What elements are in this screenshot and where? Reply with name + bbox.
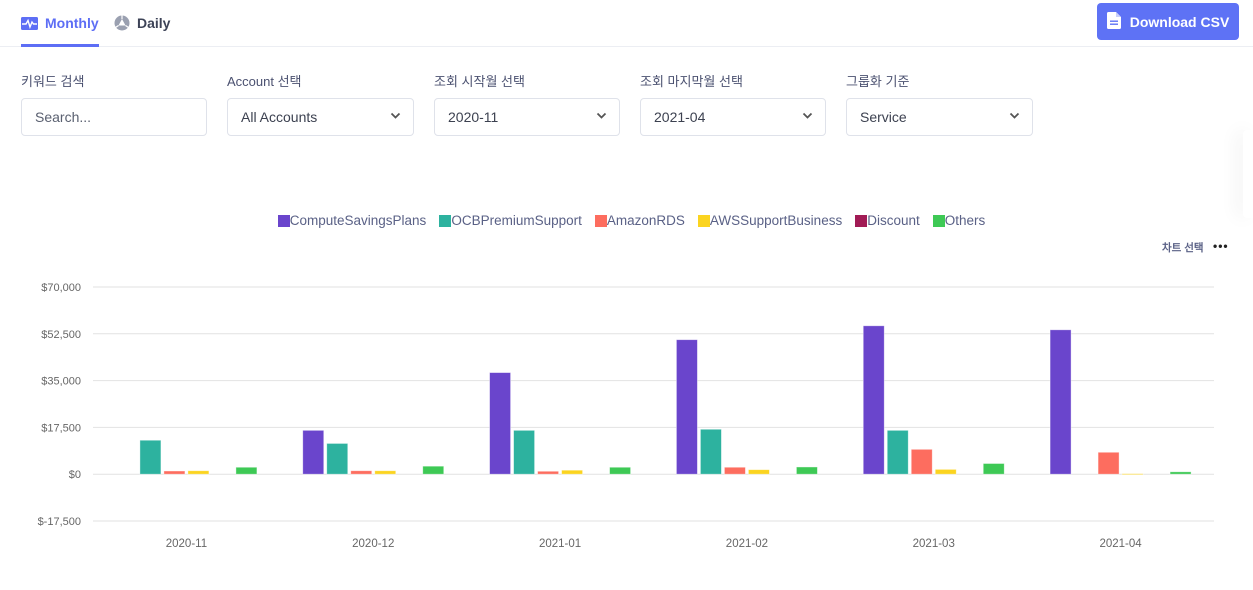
end-month-filter: 조회 마지막월 선택 2021-04 — [640, 72, 826, 136]
legend-swatch — [594, 214, 607, 227]
bar-ocbpremiumsupport[interactable] — [139, 439, 162, 475]
top-bar: Monthly Daily Download CSV — [0, 0, 1253, 47]
download-csv-label: Download CSV — [1129, 13, 1230, 30]
account-select[interactable]: All Accounts — [227, 98, 414, 136]
search-input[interactable] — [35, 109, 193, 125]
bar-ocbpremiumsupport[interactable] — [700, 428, 722, 475]
y-tick-label: $52,500 — [41, 329, 81, 341]
legend-item[interactable]: Others — [932, 213, 986, 228]
x-tick-label: 2021-04 — [1099, 538, 1142, 550]
download-csv-button[interactable]: Download CSV — [1097, 3, 1239, 40]
bar-awssupportbusiness[interactable] — [187, 470, 210, 475]
legend-item[interactable]: AWSSupportBusiness — [697, 213, 843, 228]
chart-select-label[interactable]: 차트 선택 — [1162, 240, 1204, 255]
bar-amazonrds[interactable] — [350, 470, 373, 475]
bar-amazonrds[interactable] — [163, 470, 186, 475]
bar-computesavingsplans[interactable] — [489, 372, 511, 475]
bar-computesavingsplans[interactable] — [1049, 329, 1072, 475]
x-tick-label: 2021-03 — [913, 538, 955, 550]
search-field — [21, 98, 207, 136]
legend-item[interactable]: ComputeSavingsPlans — [277, 213, 427, 228]
bar-computesavingsplans[interactable] — [676, 339, 698, 475]
bar-others[interactable] — [1169, 471, 1192, 475]
bar-ocbpremiumsupport[interactable] — [513, 429, 535, 475]
start-month-label: 조회 시작월 선택 — [434, 74, 525, 89]
account-filter: Account 선택 All Accounts — [227, 72, 414, 136]
pie-icon — [114, 15, 130, 31]
legend-item[interactable]: Discount — [855, 213, 920, 228]
keyword-label: 키워드 검색 — [21, 74, 85, 89]
legend-swatch — [277, 214, 290, 227]
more-options-button[interactable]: ••• — [1213, 239, 1229, 253]
legend-swatch — [697, 214, 710, 227]
x-tick-label: 2020-12 — [352, 538, 394, 550]
bar-ocbpremiumsupport[interactable] — [886, 429, 909, 475]
group-by-select[interactable]: Service — [846, 98, 1033, 136]
tab-monthly-label: Monthly — [45, 15, 99, 31]
x-tick-label: 2021-02 — [726, 538, 768, 550]
activity-icon — [21, 16, 38, 30]
end-month-value: 2021-04 — [654, 109, 706, 125]
bar-awssupportbusiness[interactable] — [561, 469, 583, 475]
account-select-value: All Accounts — [241, 109, 318, 125]
legend-swatch — [855, 214, 868, 227]
file-icon — [1106, 11, 1121, 32]
start-month-select[interactable]: 2020-11 — [434, 98, 620, 136]
legend-label: Others — [944, 213, 986, 228]
bar-awssupportbusiness[interactable] — [1121, 473, 1144, 476]
legend-label: AmazonRDS — [606, 213, 685, 228]
group-by-label: 그룹화 기준 — [846, 74, 910, 89]
start-month-value: 2020-11 — [448, 109, 499, 125]
bar-amazonrds[interactable] — [724, 466, 746, 475]
bar-amazonrds[interactable] — [537, 470, 559, 475]
legend-swatch — [932, 214, 945, 227]
legend-label: AWSSupportBusiness — [709, 213, 843, 228]
account-label: Account 선택 — [227, 74, 302, 89]
legend-label: OCBPremiumSupport — [451, 213, 582, 228]
bar-others[interactable] — [235, 466, 258, 475]
bar-chart: $-17,500 $0 $17,500 $35,000 $52,500 $70,000 20… — [38, 282, 1214, 550]
bar-awssupportbusiness[interactable] — [934, 468, 957, 475]
bar-awssupportbusiness[interactable] — [748, 469, 770, 475]
x-tick-label: 2021-01 — [539, 538, 581, 550]
bar-amazonrds[interactable] — [1097, 451, 1120, 475]
chart-legend: ComputeSavingsPlans OCBPremiumSupport Amaz… — [0, 213, 1253, 228]
y-tick-label: $-17,500 — [38, 516, 81, 528]
chevron-down-icon — [802, 112, 813, 119]
start-month-filter: 조회 시작월 선택 2020-11 — [434, 72, 620, 136]
bar-others[interactable] — [982, 463, 1005, 475]
chevron-down-icon — [390, 112, 401, 119]
bar-others[interactable] — [609, 466, 631, 475]
x-tick-label: 2020-11 — [166, 538, 207, 550]
bar-computesavingsplans[interactable] — [862, 325, 885, 475]
bar-ocbpremiumsupport[interactable] — [326, 443, 349, 475]
chevron-down-icon — [596, 112, 607, 119]
chevron-down-icon — [1009, 112, 1020, 119]
group-by-filter: 그룹화 기준 Service — [846, 72, 1033, 136]
legend-item[interactable]: OCBPremiumSupport — [439, 213, 582, 228]
y-tick-label: $70,000 — [41, 282, 81, 294]
y-tick-label: $17,500 — [41, 422, 81, 434]
tab-daily-label: Daily — [137, 15, 171, 31]
group-by-value: Service — [860, 109, 907, 125]
end-month-select[interactable]: 2021-04 — [640, 98, 826, 136]
y-tick-label: $35,000 — [41, 376, 81, 388]
y-tick-label: $0 — [69, 469, 81, 481]
tab-daily[interactable]: Daily — [114, 0, 170, 46]
bar-amazonrds[interactable] — [910, 448, 933, 475]
keyword-filter: 키워드 검색 — [21, 72, 207, 136]
legend-label: ComputeSavingsPlans — [289, 213, 427, 228]
bar-awssupportbusiness[interactable] — [374, 470, 397, 475]
legend-label: Discount — [867, 213, 920, 228]
bar-others[interactable] — [796, 466, 818, 475]
side-panel-handle[interactable] — [1243, 130, 1253, 218]
legend-swatch — [439, 214, 452, 227]
tab-monthly[interactable]: Monthly — [21, 0, 99, 47]
end-month-label: 조회 마지막월 선택 — [640, 74, 743, 89]
bar-computesavingsplans[interactable] — [302, 429, 325, 475]
legend-item[interactable]: AmazonRDS — [594, 213, 685, 228]
bar-others[interactable] — [422, 465, 445, 475]
